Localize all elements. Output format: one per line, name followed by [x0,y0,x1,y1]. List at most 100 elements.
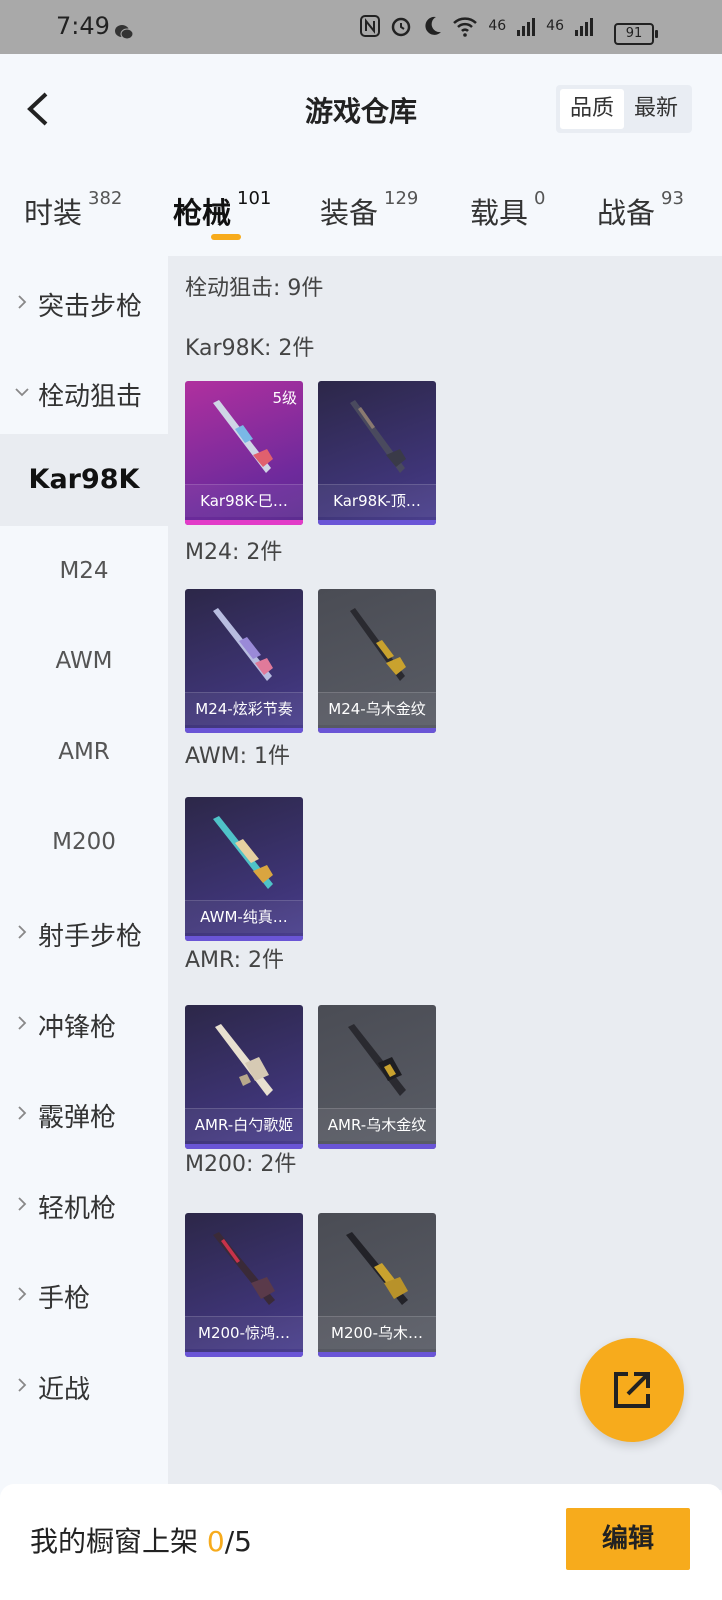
rifle-icon [350,608,406,681]
sidebar-subitem-kar98k[interactable]: Kar98K [0,434,168,526]
rarity-bar [185,520,303,525]
showcase-count-current: 0 [206,1525,225,1558]
moon-icon [425,16,442,35]
active-tab-indicator [211,234,241,240]
sidebar-item-label: 射手步枪 [38,922,143,952]
sidebar-subitem-m24[interactable]: M24 [0,525,168,617]
tab-vehicles[interactable]: 载具 0 [470,188,545,232]
item-card[interactable]: Kar98K-顶… [318,381,436,525]
sort-newest-button[interactable]: 最新 [624,89,688,129]
sidebar-item-assault-rifle[interactable]: 突击步枪 [0,256,168,348]
item-name: M24-乌木金纹 [318,692,436,725]
group-title-kar98k: Kar98K: 2件 [185,336,315,361]
category-tabs: 时装 382 枪械 101 装备 129 载具 0 战备 93 [0,180,722,250]
signal-icon [517,18,536,36]
chevron-right-icon [18,1106,27,1120]
item-card[interactable]: M200-乌木… [318,1213,436,1357]
sort-quality-button[interactable]: 品质 [560,89,624,129]
rifle-icon [350,400,406,473]
rifle-icon [215,1024,273,1096]
item-name: AMR-白勺歌姬 [185,1108,303,1141]
item-name: Kar98K-顶… [318,484,436,517]
rifle-icon [213,1232,275,1305]
alarm-icon [392,17,411,37]
signal-icon [575,18,593,36]
rarity-bar [318,1352,436,1357]
status-icons: 46 46 [360,15,648,37]
rifle-icon [213,608,273,681]
item-name: AWM-纯真… [185,900,303,933]
chevron-right-icon [18,1016,27,1030]
chevron-right-icon [18,1197,27,1211]
item-name: AMR-乌木金纹 [318,1108,436,1141]
share-external-icon [614,1372,650,1408]
item-name: M200-惊鸿… [185,1316,303,1349]
chevron-down-icon [15,388,29,397]
chevron-right-icon [18,295,27,309]
signal-label-b: 46 [546,18,564,34]
sidebar-item-label: 霰弹枪 [38,1103,117,1133]
item-name: M24-炫彩节奏 [185,692,303,725]
group-title-awm: AWM: 1件 [185,744,290,769]
sidebar-item-smg[interactable]: 冲锋枪 [0,977,168,1069]
share-button[interactable] [580,1338,684,1442]
sidebar-item-melee[interactable]: 近战 [0,1339,168,1431]
rifle-icon [348,1024,406,1096]
sidebar-subitem-amr[interactable]: AMR [0,706,168,798]
sidebar-item-label: 栓动狙击 [38,382,143,412]
sidebar-item-lmg[interactable]: 轻机枪 [0,1158,168,1250]
group-title-m24: M24: 2件 [185,540,283,565]
chevron-right-icon [18,925,27,939]
category-count-title: 栓动狙击: 9件 [185,276,324,301]
item-card[interactable]: M24-乌木金纹 [318,589,436,733]
wifi-icon [453,17,478,37]
sidebar-item-label: 冲锋枪 [38,1013,117,1043]
sidebar-item-label: 近战 [38,1375,91,1405]
sidebar-item-label: 轻机枪 [38,1194,117,1224]
rifle-icon [346,1232,408,1305]
sidebar-item-marksman-rifle[interactable]: 射手步枪 [0,886,168,978]
item-name: Kar98K-巳… [185,484,303,517]
group-title-amr: AMR: 2件 [185,948,285,973]
tab-guns[interactable]: 枪械 101 [173,188,271,232]
tab-fashion[interactable]: 时装 382 [24,188,122,232]
tab-supplies[interactable]: 战备 93 [597,188,684,232]
rarity-bar [185,1352,303,1357]
item-card[interactable]: AMR-乌木金纹 [318,1005,436,1149]
item-card[interactable]: AWM-纯真… [185,797,303,941]
rarity-bar [185,728,303,733]
rarity-bar [318,728,436,733]
status-time: 7:49 [56,12,110,40]
rifle-icon [213,816,273,889]
sidebar: 突击步枪 栓动狙击 Kar98K M24 AWM AMR M200 射手步枪 冲… [0,256,168,1490]
item-card[interactable]: 5级 Kar98K-巳… [185,381,303,525]
battery-icon: 91 [614,23,658,45]
rarity-bar [318,520,436,525]
sidebar-item-label: 手枪 [38,1284,91,1314]
sidebar-subitem-m200[interactable]: M200 [0,796,168,888]
sidebar-item-pistol[interactable]: 手枪 [0,1248,168,1340]
tab-equipment[interactable]: 装备 129 [320,188,418,232]
rarity-bar [318,1144,436,1149]
chevron-right-icon [18,1378,27,1392]
sidebar-item-bolt-sniper[interactable]: 栓动狙击 [0,346,168,438]
item-level-badge: 5级 [272,389,297,407]
status-bar: 7:49 46 46 91 [0,0,722,54]
item-card[interactable]: M24-炫彩节奏 [185,589,303,733]
sidebar-item-shotgun[interactable]: 霰弹枪 [0,1067,168,1159]
rarity-bar [185,936,303,941]
sort-toggle: 品质 最新 [556,85,692,133]
group-title-m200: M200: 2件 [185,1152,297,1177]
showcase-count-total: /5 [224,1525,252,1558]
sidebar-item-label: 突击步枪 [38,292,143,322]
showcase-status: 我的橱窗上架 0/5 [30,1525,252,1558]
item-name: M200-乌木… [318,1316,436,1349]
item-card[interactable]: AMR-白勺歌姬 [185,1005,303,1149]
item-card[interactable]: M200-惊鸿… [185,1213,303,1357]
showcase-footer: 我的橱窗上架 0/5 编辑 [0,1484,722,1600]
sidebar-subitem-awm[interactable]: AWM [0,615,168,707]
signal-label-a: 46 [488,18,507,34]
chevron-right-icon [18,1287,27,1301]
wechat-icon [115,25,134,40]
edit-button[interactable]: 编辑 [566,1508,690,1570]
